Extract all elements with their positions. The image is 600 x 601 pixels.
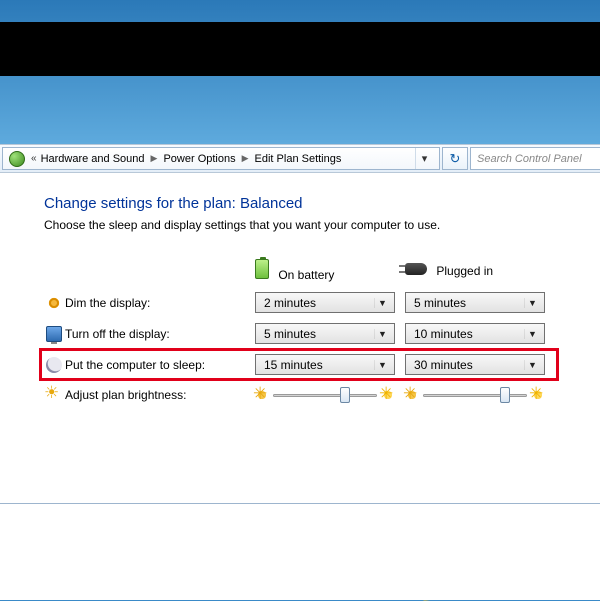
turnoff-battery-combo[interactable]: 5 minutes ▼: [255, 323, 395, 344]
brightness-plugged-slider[interactable]: [405, 385, 545, 405]
sun-bright-icon: [531, 388, 545, 402]
search-input[interactable]: Search Control Panel: [470, 147, 600, 170]
chevron-down-icon: ▼: [374, 360, 390, 370]
breadcrumb-hardware[interactable]: Hardware and Sound: [41, 153, 145, 165]
chevron-right-icon: ▶: [240, 153, 251, 164]
chevron-down-icon: ▼: [374, 329, 390, 339]
chevron-down-icon: ▼: [524, 360, 540, 370]
letterbox-bar: [0, 22, 600, 76]
breadcrumb-edit-plan[interactable]: Edit Plan Settings: [255, 153, 342, 165]
row-sleep-highlighted: Put the computer to sleep: 15 minutes ▼ …: [44, 353, 554, 376]
page-subtext: Choose the sleep and display settings th…: [44, 218, 566, 232]
row-brightness: Adjust plan brightness:: [44, 384, 554, 406]
address-dropdown-icon[interactable]: ▾: [415, 148, 433, 169]
brightness-battery-slider[interactable]: [255, 385, 395, 405]
chevron-down-icon: ▼: [524, 298, 540, 308]
battery-icon: [255, 259, 269, 279]
search-placeholder: Search Control Panel: [477, 153, 582, 165]
breadcrumb-overflow-icon[interactable]: «: [31, 153, 37, 164]
control-panel-window: « Hardware and Sound ▶ Power Options ▶ E…: [0, 144, 600, 600]
chevron-down-icon: ▼: [374, 298, 390, 308]
settings-table: On battery Plugged in Dim the display: 2…: [44, 250, 554, 414]
brightness-icon: [46, 387, 62, 403]
breadcrumb-bar[interactable]: « Hardware and Sound ▶ Power Options ▶ E…: [2, 147, 440, 170]
dim-battery-combo[interactable]: 2 minutes ▼: [255, 292, 395, 313]
breadcrumb-power-options[interactable]: Power Options: [163, 153, 235, 165]
col-plugged-label: Plugged in: [430, 264, 493, 278]
moon-icon: [46, 357, 62, 373]
turnoff-label: Turn off the display:: [64, 322, 254, 345]
dim-plugged-combo[interactable]: 5 minutes ▼: [405, 292, 545, 313]
dim-label: Dim the display:: [64, 291, 254, 314]
monitor-icon: [46, 326, 62, 342]
brightness-label: Adjust plan brightness:: [64, 384, 254, 406]
window-content: Change settings for the plan: Balanced C…: [0, 173, 600, 504]
turnoff-plugged-combo[interactable]: 10 minutes ▼: [405, 323, 545, 344]
refresh-button[interactable]: ↻: [442, 147, 468, 170]
sun-dim-icon: [255, 388, 269, 402]
chevron-down-icon: ▼: [524, 329, 540, 339]
sleep-plugged-combo[interactable]: 30 minutes ▼: [405, 354, 545, 375]
plug-icon: [405, 263, 427, 275]
control-panel-icon: [9, 151, 25, 167]
col-battery-label: On battery: [272, 268, 334, 282]
sleep-battery-combo[interactable]: 15 minutes ▼: [255, 354, 395, 375]
sleep-label: Put the computer to sleep:: [64, 353, 254, 376]
page-title: Change settings for the plan: Balanced: [44, 195, 566, 212]
row-turnoff-display: Turn off the display: 5 minutes ▼ 10 min…: [44, 322, 554, 345]
address-bar-row: « Hardware and Sound ▶ Power Options ▶ E…: [0, 145, 600, 173]
sun-dim-icon: [405, 388, 419, 402]
sun-bright-icon: [381, 388, 395, 402]
row-dim-display: Dim the display: 2 minutes ▼ 5 minutes ▼: [44, 291, 554, 314]
dim-icon: [46, 295, 62, 311]
chevron-right-icon: ▶: [149, 153, 160, 164]
